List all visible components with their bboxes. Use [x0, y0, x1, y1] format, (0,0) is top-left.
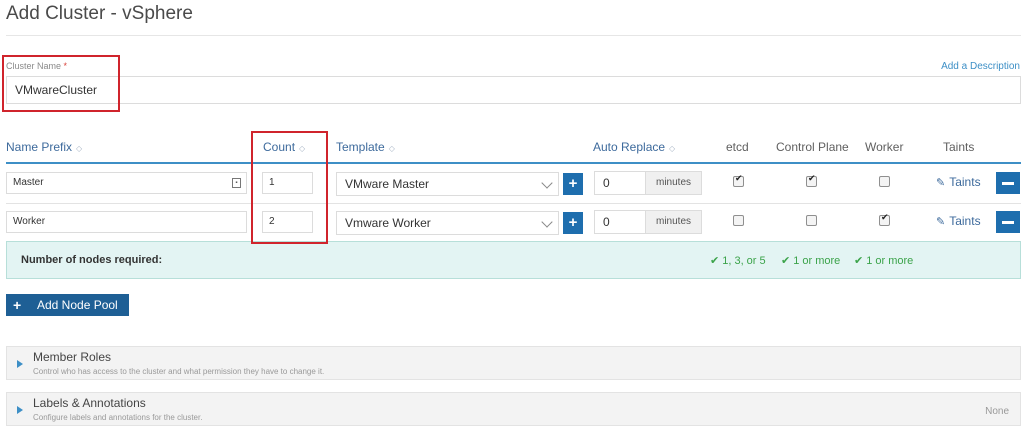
- add-node-pool-label: Add Node Pool: [37, 298, 118, 312]
- etcd-requirement-text: 1, 3, or 5: [722, 255, 766, 267]
- member-roles-subtitle: Control who has access to the cluster an…: [33, 367, 325, 376]
- taints-link[interactable]: ✎ Taints: [936, 175, 981, 189]
- column-header-control-plane: Control Plane: [776, 140, 849, 154]
- column-header-template[interactable]: Template ◇: [336, 140, 395, 154]
- sort-icon: ◇: [669, 144, 676, 153]
- row-divider: [6, 203, 1021, 204]
- template-select[interactable]: VMware Master: [336, 172, 559, 196]
- column-header-auto-replace[interactable]: Auto Replace ◇: [593, 140, 675, 154]
- control-plane-checkbox[interactable]: [806, 215, 817, 226]
- member-roles-title: Member Roles: [33, 350, 112, 364]
- pencil-icon: ✎: [936, 176, 946, 189]
- check-circle-icon: ✔: [781, 254, 791, 267]
- taints-label: Taints: [949, 214, 981, 228]
- id-badge-icon: ▪: [232, 178, 241, 188]
- worker-requirement-text: 1 or more: [866, 255, 914, 267]
- etcd-checkbox[interactable]: [733, 215, 744, 226]
- etcd-checkbox[interactable]: [733, 174, 744, 187]
- control-plane-requirement: ✔ 1 or more: [781, 254, 840, 267]
- remove-pool-button[interactable]: [996, 211, 1020, 233]
- column-header-taints: Taints: [943, 140, 975, 154]
- minutes-addon: minutes: [646, 171, 702, 195]
- template-select[interactable]: Vmware Worker: [336, 211, 559, 235]
- pencil-icon: ✎: [936, 215, 946, 228]
- labels-annotations-value: None: [985, 406, 1009, 417]
- name-prefix-value: Master: [13, 177, 44, 188]
- worker-checkbox[interactable]: [879, 176, 890, 187]
- title-divider: [6, 35, 1021, 36]
- auto-replace-input[interactable]: 0: [594, 210, 646, 234]
- node-requirements-panel: Number of nodes required: ✔ 1, 3, or 5 ✔ 1…: [6, 241, 1021, 279]
- sort-icon: ◇: [388, 144, 395, 153]
- taints-label: Taints: [949, 175, 981, 189]
- template-value: VMware Master: [345, 177, 430, 191]
- labels-annotations-subtitle: Configure labels and annotations for the…: [33, 413, 203, 422]
- member-roles-accordion[interactable]: Member Roles Control who has access to t…: [6, 346, 1021, 380]
- caret-right-icon: [17, 360, 23, 368]
- template-value: Vmware Worker: [345, 216, 431, 230]
- page-title: Add Cluster - vSphere: [6, 3, 193, 24]
- table-header-divider: [6, 162, 1021, 164]
- labels-annotations-title: Labels & Annotations: [33, 396, 146, 410]
- auto-replace-input[interactable]: 0: [594, 171, 646, 195]
- remove-pool-button[interactable]: [996, 172, 1020, 194]
- minutes-addon: minutes: [646, 210, 702, 234]
- highlight-cluster-name: [2, 55, 120, 112]
- plus-icon: +: [13, 297, 22, 313]
- add-node-pool-button[interactable]: + Add Node Pool: [6, 294, 129, 316]
- template-header-label: Template: [336, 140, 385, 154]
- check-circle-icon: ✔: [854, 254, 864, 267]
- worker-checkbox[interactable]: [879, 213, 890, 226]
- add-description-link[interactable]: Add a Description: [941, 61, 1020, 72]
- auto-replace-header-label: Auto Replace: [593, 140, 666, 154]
- column-header-etcd: etcd: [726, 140, 749, 154]
- chevron-down-icon: [541, 177, 553, 189]
- add-template-button[interactable]: +: [563, 212, 583, 234]
- cluster-name-input[interactable]: VMwareCluster: [6, 76, 1021, 104]
- requirements-label: Number of nodes required:: [21, 254, 163, 266]
- control-plane-requirement-text: 1 or more: [793, 255, 841, 267]
- column-header-worker: Worker: [865, 140, 904, 154]
- control-plane-checkbox[interactable]: [806, 174, 817, 187]
- check-circle-icon: ✔: [710, 254, 720, 267]
- highlight-count-column: [251, 131, 328, 244]
- worker-requirement: ✔ 1 or more: [854, 254, 913, 267]
- column-header-name-prefix[interactable]: Name Prefix ◇: [6, 140, 82, 154]
- sort-icon: ◇: [76, 144, 83, 153]
- taints-link[interactable]: ✎ Taints: [936, 214, 981, 228]
- chevron-down-icon: [541, 216, 553, 228]
- etcd-requirement: ✔ 1, 3, or 5: [710, 254, 766, 267]
- labels-annotations-accordion[interactable]: Labels & Annotations Configure labels an…: [6, 392, 1021, 426]
- add-template-button[interactable]: +: [563, 173, 583, 195]
- name-prefix-header-label: Name Prefix: [6, 140, 73, 154]
- caret-right-icon: [17, 406, 23, 414]
- name-prefix-input[interactable]: Worker: [6, 211, 247, 233]
- name-prefix-input[interactable]: Master ▪: [6, 172, 247, 194]
